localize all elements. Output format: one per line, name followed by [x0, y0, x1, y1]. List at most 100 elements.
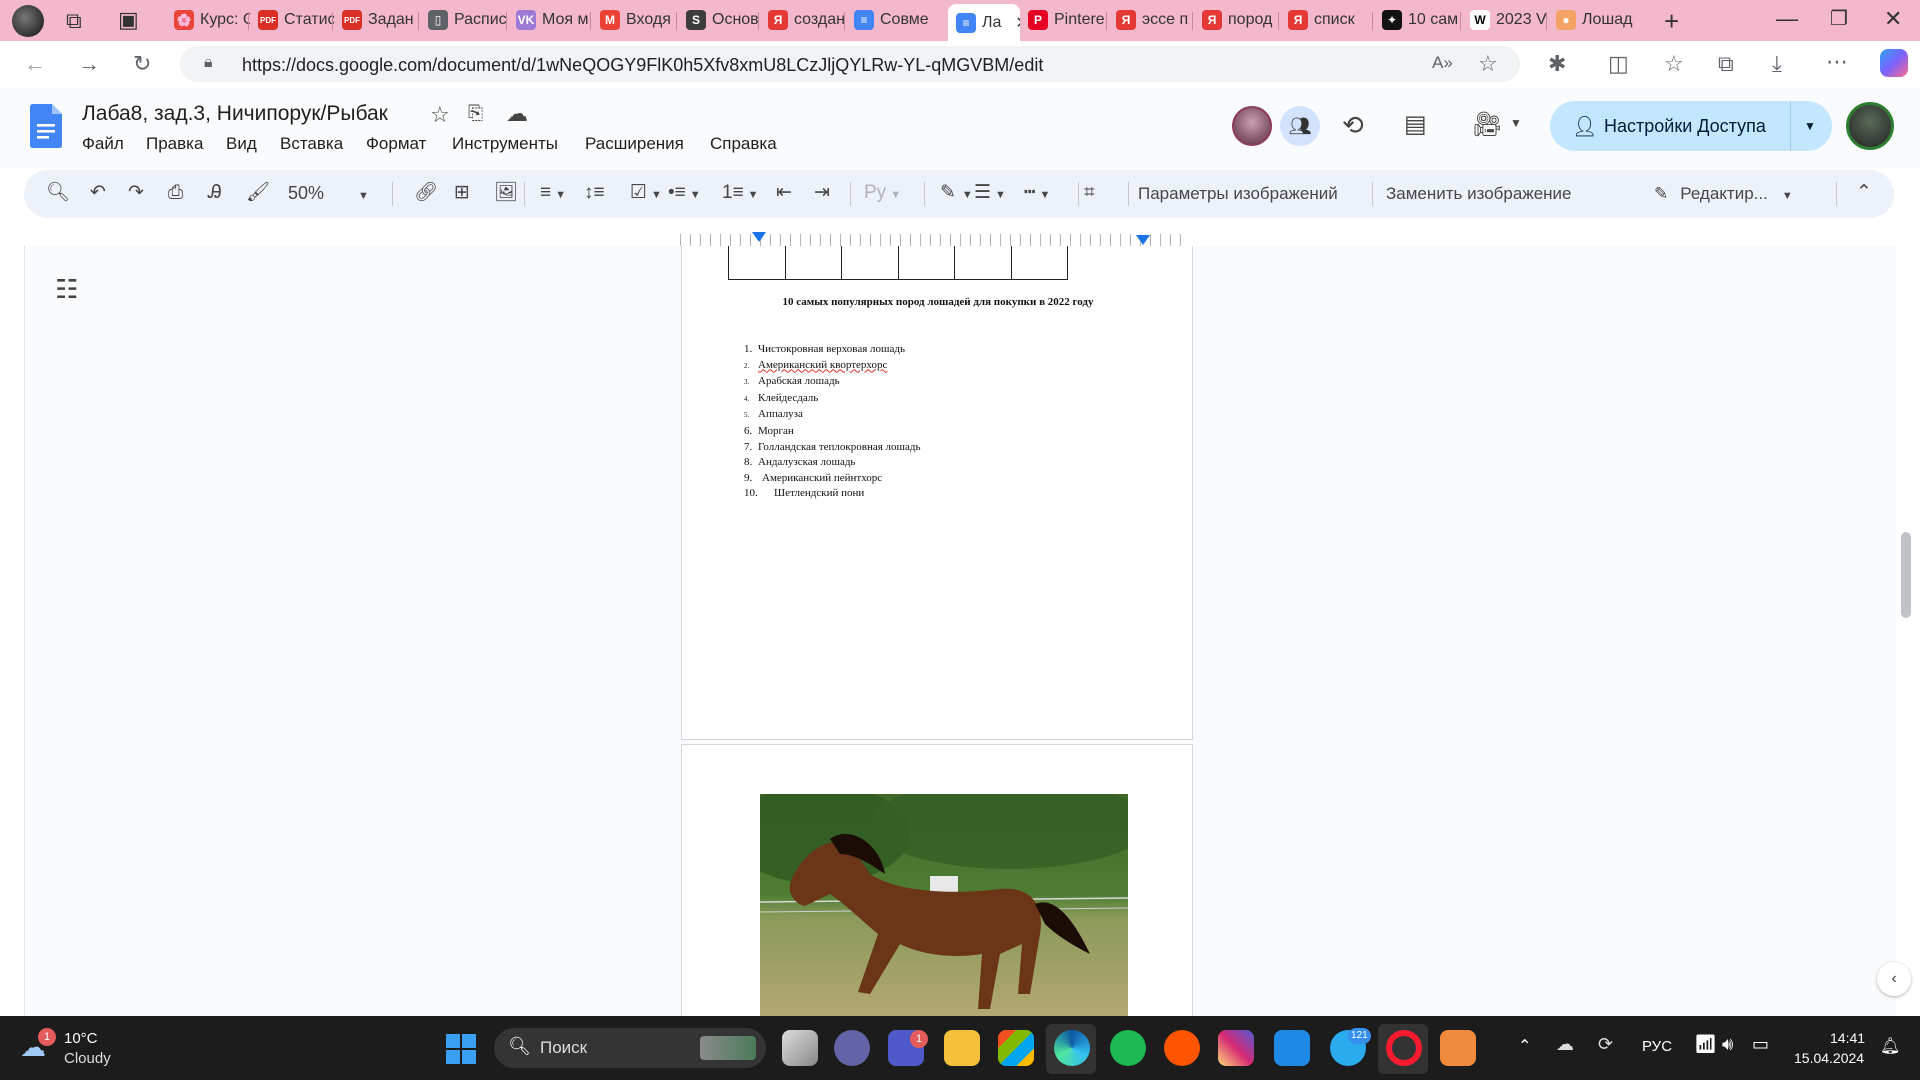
list-item[interactable]: 9. Американский пейнтхорс — [744, 471, 920, 487]
share-button[interactable]: 👤︎ Настройки Доступа ▼ — [1550, 101, 1832, 151]
menu-item[interactable]: Файл — [82, 134, 124, 154]
share-dropdown-icon[interactable]: ▼ — [1804, 119, 1816, 133]
insert-image-icon[interactable]: 🖼︎ — [494, 182, 518, 204]
volume-icon[interactable]: 🔊︎ — [1722, 1034, 1733, 1055]
table-cell[interactable] — [842, 246, 899, 279]
video-chat-icon[interactable] — [834, 1030, 870, 1066]
paint-format-icon[interactable]: 🖌︎ — [246, 182, 270, 204]
document-page[interactable] — [681, 744, 1193, 1034]
meet-dropdown-icon[interactable]: ▼ — [1510, 116, 1522, 130]
table-cell[interactable] — [899, 246, 955, 279]
account-avatar[interactable] — [1846, 102, 1894, 150]
insert-link-icon[interactable]: 🔗︎ — [414, 182, 438, 204]
docs-logo-icon[interactable] — [30, 104, 62, 148]
cloud-saved-icon[interactable]: ☁ — [506, 101, 528, 127]
paint-app-icon[interactable] — [1440, 1030, 1476, 1066]
close-window-button[interactable]: ✕ — [1884, 6, 1902, 32]
extensions-icon[interactable]: ✱ — [1548, 53, 1566, 75]
border-color-icon[interactable]: ✎ ▼ — [940, 182, 973, 206]
new-tab-button[interactable]: + — [1664, 6, 1679, 37]
increase-indent-icon[interactable]: ⇥ — [814, 182, 830, 204]
browser-tab[interactable]: Япород — [1194, 4, 1280, 36]
site-info-icon[interactable]: 🔒︎ — [204, 54, 213, 72]
border-weight-icon[interactable]: ☰ ▼ — [974, 182, 1006, 206]
line-spacing-icon[interactable]: ↕≡ — [584, 182, 605, 204]
edge-icon[interactable] — [1054, 1030, 1090, 1066]
list-item[interactable]: 2. Американский квортерхорс — [744, 358, 920, 375]
add-comment-icon[interactable]: ⊞ — [454, 182, 470, 204]
workspaces-icon[interactable]: ⧉ — [66, 10, 82, 32]
taskbar-search[interactable]: 🔍︎ Поиск — [494, 1028, 766, 1068]
favorite-star-icon[interactable]: ☆ — [1478, 51, 1498, 77]
settings-more-icon[interactable]: ⋯ — [1826, 51, 1848, 73]
language-indicator[interactable]: РУС — [1642, 1038, 1672, 1055]
browser-tab[interactable]: ≡ Совме — [846, 4, 946, 36]
downloads-icon[interactable]: ⤓ — [1772, 53, 1782, 75]
table-cell[interactable] — [1012, 246, 1068, 279]
browser-tab[interactable]: PDF Задан — [334, 4, 420, 36]
soundcloud-icon[interactable] — [1164, 1030, 1200, 1066]
menu-item[interactable]: Расширения — [585, 134, 684, 154]
browser-tab[interactable]: Яэссе п — [1108, 4, 1194, 36]
browser-tab[interactable]: M Входя — [592, 4, 678, 36]
table-fragment[interactable] — [728, 246, 1068, 280]
undo-icon[interactable]: ↶ — [90, 182, 106, 204]
reload-icon[interactable]: ↻ — [133, 53, 151, 75]
browser-tab[interactable]: ✦ 10 сам — [1374, 4, 1462, 36]
sync-icon[interactable]: ⟳ — [1598, 1034, 1613, 1055]
back-icon[interactable]: ← — [24, 53, 46, 75]
table-cell[interactable] — [955, 246, 1012, 279]
align-icon[interactable]: ≡ ▼ — [540, 182, 566, 206]
list-item[interactable]: 5. Аппалуза — [744, 407, 920, 424]
version-history-icon[interactable]: ⟲ — [1342, 110, 1364, 141]
tab-actions-icon[interactable]: ▣ — [118, 9, 139, 31]
browser-tab[interactable]: Ясписк — [1280, 4, 1374, 36]
clock-time[interactable]: 14:41 — [1830, 1030, 1865, 1046]
browser-tab[interactable]: PDF Статис — [250, 4, 334, 36]
instagram-icon[interactable] — [1218, 1030, 1254, 1066]
browser-tab[interactable]: VK Моя м — [508, 4, 592, 36]
star-icon[interactable]: ☆ — [430, 102, 450, 128]
hide-menus-icon[interactable]: ⌃ — [1856, 182, 1872, 204]
address-bar[interactable]: 🔒︎ https://docs.google.com/document/d/1w… — [180, 46, 1520, 82]
side-panel-toggle[interactable]: ‹ — [1877, 962, 1911, 996]
list-item[interactable]: 3. Арабская лошадь — [744, 374, 920, 391]
file-explorer-icon[interactable] — [944, 1030, 980, 1066]
browser-tab[interactable]: Ясоздан — [760, 4, 846, 36]
horse-photo[interactable] — [760, 794, 1128, 1018]
wifi-icon[interactable]: 📶︎ — [1694, 1034, 1717, 1055]
list-item[interactable]: 7. Голландская теплокровная лошадь — [744, 440, 920, 456]
browser-tab[interactable]: 🌸 Курс: С — [166, 4, 250, 36]
favorites-icon[interactable]: ☆ — [1664, 53, 1684, 75]
notification-bell-icon[interactable]: 🔔︎ — [1880, 1036, 1900, 1056]
chevron-up-icon[interactable]: ⌃ — [1518, 1036, 1531, 1056]
document-page[interactable]: 10 самых популярных пород лошадей для по… — [681, 246, 1193, 740]
collections-icon[interactable]: ⧉ — [1718, 53, 1734, 75]
start-button[interactable] — [446, 1034, 476, 1064]
list-item[interactable]: 4. Клейдесдаль — [744, 391, 920, 408]
browser-tab[interactable]: W 2023 V — [1462, 4, 1548, 36]
copilot-icon[interactable] — [1880, 49, 1908, 77]
opera-icon[interactable] — [1386, 1030, 1422, 1066]
weather-widget[interactable]: ☁ 1 10°C Cloudy — [20, 1028, 130, 1070]
battery-icon[interactable]: ▭ — [1752, 1034, 1769, 1055]
read-aloud-icon[interactable]: A» — [1432, 53, 1453, 73]
clock-date[interactable]: 15.04.2024 — [1794, 1050, 1864, 1066]
browser-tab[interactable]: ● Лошад — [1548, 4, 1640, 36]
menu-item[interactable]: Вид — [226, 134, 257, 154]
meet-chat-icon[interactable]: 👥︎ — [1280, 106, 1320, 146]
store-icon[interactable] — [998, 1030, 1034, 1066]
redo-icon[interactable]: ↷ — [128, 182, 144, 204]
search-menus-icon[interactable]: 🔍︎ — [46, 182, 70, 204]
restore-button[interactable]: ❐ — [1830, 6, 1848, 31]
document-outline-icon[interactable]: ☷ — [55, 274, 78, 305]
right-indent-marker[interactable] — [1136, 235, 1150, 245]
collaborator-avatar[interactable] — [1232, 106, 1272, 146]
print-icon[interactable]: ⎙ — [168, 182, 183, 204]
bulleted-list-icon[interactable]: •≡ ▼ — [668, 182, 701, 206]
decrease-indent-icon[interactable]: ⇤ — [776, 182, 792, 204]
onedrive-icon[interactable]: ☁ — [1556, 1034, 1574, 1055]
url-text[interactable]: https://docs.google.com/document/d/1wNeQ… — [242, 55, 1043, 76]
numbered-list-icon[interactable]: 1≡ ▼ — [722, 182, 759, 206]
left-indent-marker[interactable] — [752, 232, 766, 242]
